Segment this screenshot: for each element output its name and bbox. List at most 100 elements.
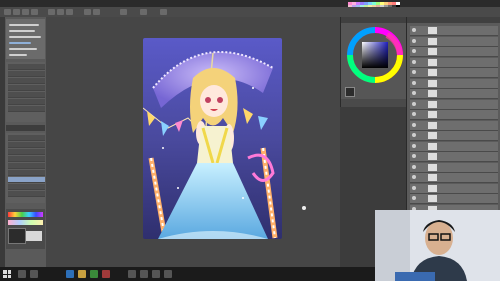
brush-presets[interactable] — [6, 19, 45, 59]
brush-stroke-preview — [9, 30, 35, 32]
color-strip[interactable] — [8, 212, 43, 217]
eye-icon[interactable] — [412, 28, 416, 32]
sub-tool-item[interactable] — [8, 184, 45, 190]
layer-row[interactable] — [410, 131, 498, 141]
layer-row[interactable] — [410, 141, 498, 152]
toolbar-button[interactable] — [57, 9, 64, 15]
eye-icon[interactable] — [412, 196, 416, 200]
sub-tool-item[interactable] — [8, 156, 45, 162]
eye-icon[interactable] — [412, 175, 416, 179]
color-wheel[interactable] — [347, 27, 403, 83]
sub-tool-item-selected[interactable] — [8, 177, 45, 183]
layer-row[interactable] — [410, 152, 498, 162]
eye-icon[interactable] — [412, 70, 416, 74]
layer-thumbnail — [428, 100, 437, 108]
layer-thumbnail — [428, 121, 437, 129]
panel-header — [407, 17, 500, 23]
artwork-illustration — [143, 38, 282, 239]
color-wheel-panel — [340, 17, 407, 107]
taskbar-app[interactable] — [164, 270, 172, 278]
layer-row[interactable] — [410, 194, 498, 204]
layer-row[interactable] — [410, 162, 498, 173]
sub-tool-item[interactable] — [8, 149, 45, 155]
eye-icon[interactable] — [412, 91, 416, 95]
taskbar-app[interactable] — [90, 270, 98, 278]
sub-tool-item[interactable] — [8, 170, 45, 176]
eye-icon[interactable] — [412, 164, 416, 169]
eye-icon[interactable] — [412, 112, 416, 116]
setting-row[interactable] — [8, 64, 45, 70]
sub-tool-item[interactable] — [8, 191, 45, 197]
toolbar-button[interactable] — [93, 9, 100, 15]
layer-row[interactable] — [410, 26, 498, 36]
eye-icon[interactable] — [412, 38, 416, 43]
eye-icon[interactable] — [412, 185, 416, 190]
layer-row[interactable] — [410, 57, 498, 68]
taskbar-app[interactable] — [78, 270, 86, 278]
color-strip[interactable] — [8, 220, 43, 225]
layer-row[interactable] — [410, 89, 498, 99]
eye-icon[interactable] — [412, 59, 416, 64]
layer-thumbnail — [428, 37, 437, 45]
brush-stroke-preview — [9, 54, 27, 56]
start-icon[interactable] — [3, 270, 11, 278]
taskbar-app[interactable] — [66, 270, 74, 278]
main-color-indicator[interactable] — [345, 87, 355, 97]
toolbar-button[interactable] — [84, 9, 91, 15]
layer-thumbnail — [428, 79, 437, 87]
taskbar-app[interactable] — [30, 270, 38, 278]
artwork-canvas[interactable] — [143, 38, 282, 239]
setting-row[interactable] — [8, 106, 45, 112]
layer-row[interactable] — [410, 173, 498, 183]
layer-row[interactable] — [410, 47, 498, 57]
eye-icon[interactable] — [412, 154, 416, 158]
layer-row[interactable] — [410, 78, 498, 89]
toolbar-button[interactable] — [120, 9, 127, 15]
toolbar-button[interactable] — [31, 9, 38, 15]
brush-stroke-preview — [9, 36, 41, 38]
taskbar-app[interactable] — [18, 270, 26, 278]
layer-row[interactable] — [410, 120, 498, 131]
taskbar-app[interactable] — [140, 270, 148, 278]
toolbar-button[interactable] — [4, 9, 11, 15]
layer-row[interactable] — [410, 36, 498, 47]
toolbar-button[interactable] — [140, 9, 147, 15]
layer-row[interactable] — [410, 183, 498, 194]
main-color-swatch[interactable] — [8, 228, 26, 244]
sub-tool-item[interactable] — [8, 163, 45, 169]
color-set-panel[interactable] — [6, 209, 45, 249]
eye-icon[interactable] — [412, 80, 416, 85]
toolbar-button[interactable] — [48, 9, 55, 15]
taskbar-app[interactable] — [152, 270, 160, 278]
layer-row[interactable] — [410, 68, 498, 78]
sub-tool-item[interactable] — [8, 142, 45, 148]
layer-thumbnail — [428, 48, 437, 55]
layer-row[interactable] — [410, 110, 498, 120]
eye-icon[interactable] — [412, 49, 416, 53]
eye-icon[interactable] — [412, 101, 416, 106]
toolbar-button[interactable] — [22, 9, 29, 15]
sub-tool-item[interactable] — [8, 135, 45, 141]
layer-thumbnail — [428, 27, 437, 34]
eye-icon[interactable] — [412, 122, 416, 127]
eye-icon[interactable] — [412, 133, 416, 137]
toolbar-button[interactable] — [160, 9, 167, 15]
setting-row[interactable] — [8, 78, 45, 84]
taskbar-app[interactable] — [102, 270, 110, 278]
toolbar-button[interactable] — [66, 9, 73, 15]
setting-row[interactable] — [8, 71, 45, 77]
layer-thumbnail — [428, 111, 437, 118]
layer-thumbnail — [428, 153, 437, 160]
setting-row[interactable] — [8, 99, 45, 105]
layer-row[interactable] — [410, 99, 498, 110]
toolbar-button[interactable] — [13, 9, 20, 15]
webcam-overlay — [375, 210, 500, 281]
layer-thumbnail — [428, 195, 437, 202]
setting-row[interactable] — [8, 85, 45, 91]
taskbar-app[interactable] — [128, 270, 136, 278]
sub-color-swatch[interactable] — [26, 231, 42, 241]
setting-row[interactable] — [8, 92, 45, 98]
eye-icon[interactable] — [412, 143, 416, 148]
panel-header — [341, 17, 407, 23]
layer-thumbnail — [428, 163, 437, 171]
